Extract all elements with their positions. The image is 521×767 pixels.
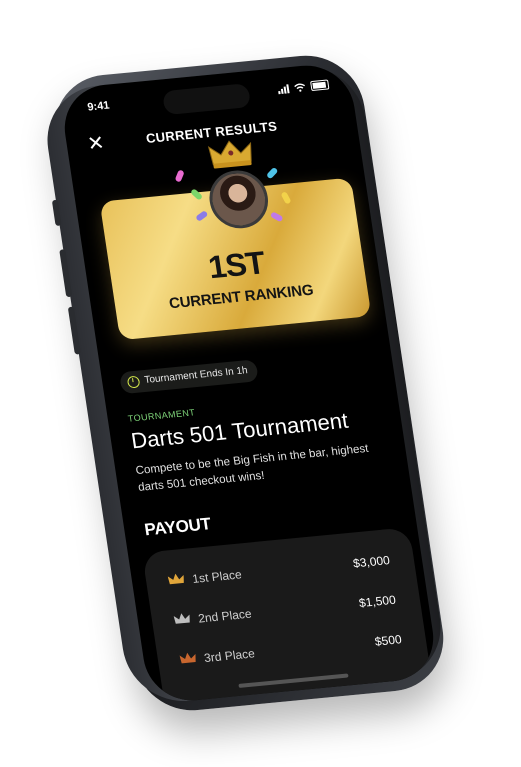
confetti-icon bbox=[265, 166, 279, 180]
battery-icon bbox=[310, 79, 330, 92]
silver-crown-icon bbox=[173, 613, 190, 624]
payout-label: 2nd Place bbox=[197, 606, 253, 626]
tournament-timer-badge: Tournament Ends In 1h bbox=[119, 359, 260, 395]
payout-label: 3rd Place bbox=[203, 646, 256, 666]
status-icons bbox=[277, 79, 330, 94]
payout-amount: $3,000 bbox=[352, 553, 391, 571]
confetti-icon bbox=[174, 169, 185, 183]
status-time: 9:41 bbox=[86, 99, 111, 114]
clock-icon bbox=[126, 375, 141, 389]
phone-frame: 9:41 ✕ CURRENT RESULTS 1ST CURRENT RANKI… bbox=[39, 50, 451, 716]
signal-icon bbox=[277, 83, 290, 94]
gold-crown-icon bbox=[167, 573, 184, 585]
tournament-timer-text: Tournament Ends In 1h bbox=[143, 365, 249, 386]
payout-amount: $1,500 bbox=[358, 592, 397, 611]
section-tag: TOURNAMENT bbox=[127, 407, 196, 424]
payout-label: 1st Place bbox=[191, 567, 243, 586]
bronze-crown-icon bbox=[179, 652, 196, 664]
payout-title: PAYOUT bbox=[143, 514, 212, 540]
payout-card: 1st Place $3,000 2nd Place $1,500 3rd Pl… bbox=[141, 527, 433, 705]
wifi-icon bbox=[294, 83, 305, 92]
payout-amount: $500 bbox=[373, 632, 403, 649]
app-screen: 9:41 ✕ CURRENT RESULTS 1ST CURRENT RANKI… bbox=[58, 61, 440, 705]
stage: 9:41 ✕ CURRENT RESULTS 1ST CURRENT RANKI… bbox=[0, 0, 521, 767]
crown-icon bbox=[207, 140, 252, 169]
